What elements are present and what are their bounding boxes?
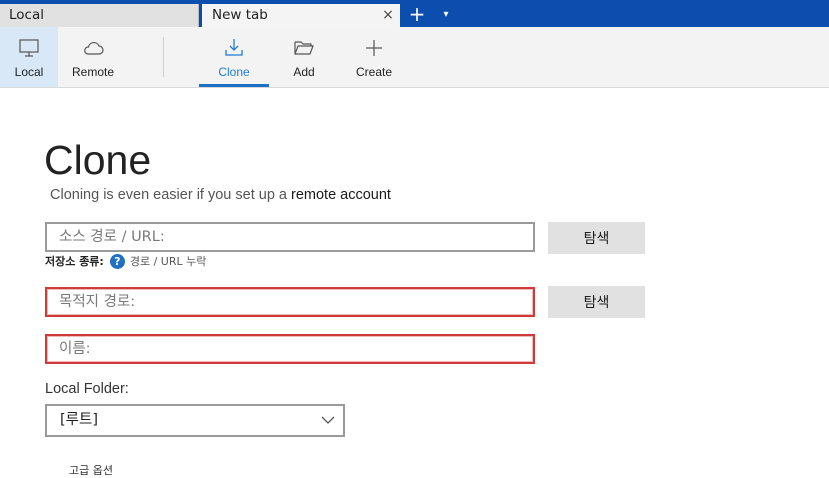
download-icon [225,39,243,56]
local-folder-value: [루트] [60,412,98,428]
tab-label: Local [9,7,44,23]
repository-type-label: 저장소 종류: [45,255,104,268]
help-icon[interactable]: ? [109,253,125,269]
destination-path-field[interactable] [45,287,535,317]
repository-type: 저장소 종류: ? 경로 / URL 누락 [45,253,206,269]
local-folder-select[interactable]: [루트] [45,404,345,437]
subtitle: Cloning is even easier if you set up a r… [50,187,391,203]
name-field[interactable] [45,334,535,364]
monitor-icon [19,39,39,57]
source-path-input[interactable] [47,224,533,250]
toolbar-remote-label: Remote [71,65,115,79]
toolbar-separator [163,37,164,77]
toolbar-add-button[interactable]: Add [270,27,338,87]
active-tab-indicator [199,84,269,87]
destination-path-input[interactable] [47,289,533,315]
source-path-field[interactable] [45,222,535,252]
repository-type-value: 경로 / URL 누락 [129,255,207,268]
folder-open-icon [294,41,314,55]
remote-account-link[interactable]: remote account [291,187,391,203]
toolbar-add-label: Add [293,65,315,79]
cloud-icon [84,41,104,55]
toolbar-local-button[interactable]: Local [0,27,58,87]
toolbar-create-label: Create [355,65,393,79]
browse-source-button[interactable]: 탐색 [548,222,645,254]
toolbar: Local Remote Clone Add Create [0,27,829,88]
toolbar-remote-button[interactable]: Remote [58,27,128,87]
toolbar-clone-label: Clone [218,65,250,79]
browse-destination-button[interactable]: 탐색 [548,286,645,318]
chevron-down-icon [321,416,335,424]
toolbar-local-label: Local [14,65,44,79]
tab-dropdown-chevron-icon[interactable]: ▾ [437,3,455,27]
tab-strip: Local New tab × + ▾ [0,0,829,27]
tab-local[interactable]: Local [0,4,199,27]
local-folder-label: Local Folder: [45,381,129,397]
tab-new-tab[interactable]: New tab × [202,4,400,27]
toolbar-create-button[interactable]: Create [340,27,408,87]
new-tab-plus-icon[interactable]: + [405,3,429,27]
name-input[interactable] [47,336,533,362]
close-icon[interactable]: × [380,4,396,26]
toolbar-clone-button[interactable]: Clone [199,27,269,87]
tab-label: New tab [212,7,268,23]
advanced-options-toggle[interactable]: 고급 옵션 [69,462,113,478]
subtitle-text: Cloning is even easier if you set up a [50,187,291,203]
plus-icon [366,40,382,56]
page-title: Clone [44,137,152,183]
